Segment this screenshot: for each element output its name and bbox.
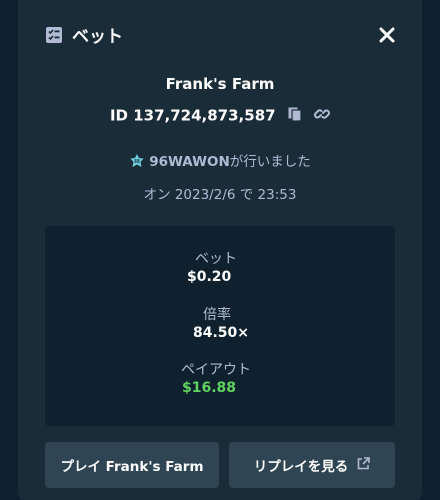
bet-date: オン 2023/2/6 で 23:53 [143, 187, 297, 203]
crown-badge-icon: III [129, 153, 145, 173]
link-icon[interactable] [314, 106, 330, 126]
bet-value: $0.20 [187, 269, 232, 285]
play-game-button[interactable]: プレイ Frank's Farm [45, 442, 219, 488]
multiplier-value: 84.50× [193, 325, 250, 341]
placed-text: が行いました [229, 154, 311, 170]
external-link-icon [357, 456, 371, 474]
bet-id: ID 137,724,873,587 [109, 106, 276, 125]
bet-stats-panel: ベット $0.20 倍率 84.50× ペイアウト $16.88 [45, 226, 395, 426]
view-replay-label: リプレイを見る [253, 459, 349, 475]
view-replay-button[interactable]: リプレイを見る [229, 442, 395, 488]
bet-id-row: ID 137,724,873,587 [18, 106, 422, 126]
bet-label: ベット [195, 251, 237, 267]
bet-slip-icon [45, 26, 63, 44]
multiplier-label: 倍率 [203, 307, 231, 323]
modal-header: ベット [18, 0, 422, 70]
close-icon[interactable] [376, 24, 398, 46]
close-button[interactable] [376, 24, 398, 46]
modal-title: ベット [72, 27, 123, 47]
payout-label: ペイアウト [181, 362, 251, 378]
payout-value: $16.88 [182, 380, 237, 396]
bet-modal: ベット Frank's Farm ID 137,724,873,587 III … [18, 0, 422, 500]
play-game-label: プレイ Frank's Farm [60, 459, 204, 475]
username[interactable]: 96WAWON [149, 154, 230, 170]
placed-by-row: III 96WAWONが行いました [18, 150, 422, 173]
copy-icon[interactable] [287, 106, 303, 126]
svg-text:III: III [134, 159, 140, 165]
game-name[interactable]: Frank's Farm [18, 75, 422, 93]
